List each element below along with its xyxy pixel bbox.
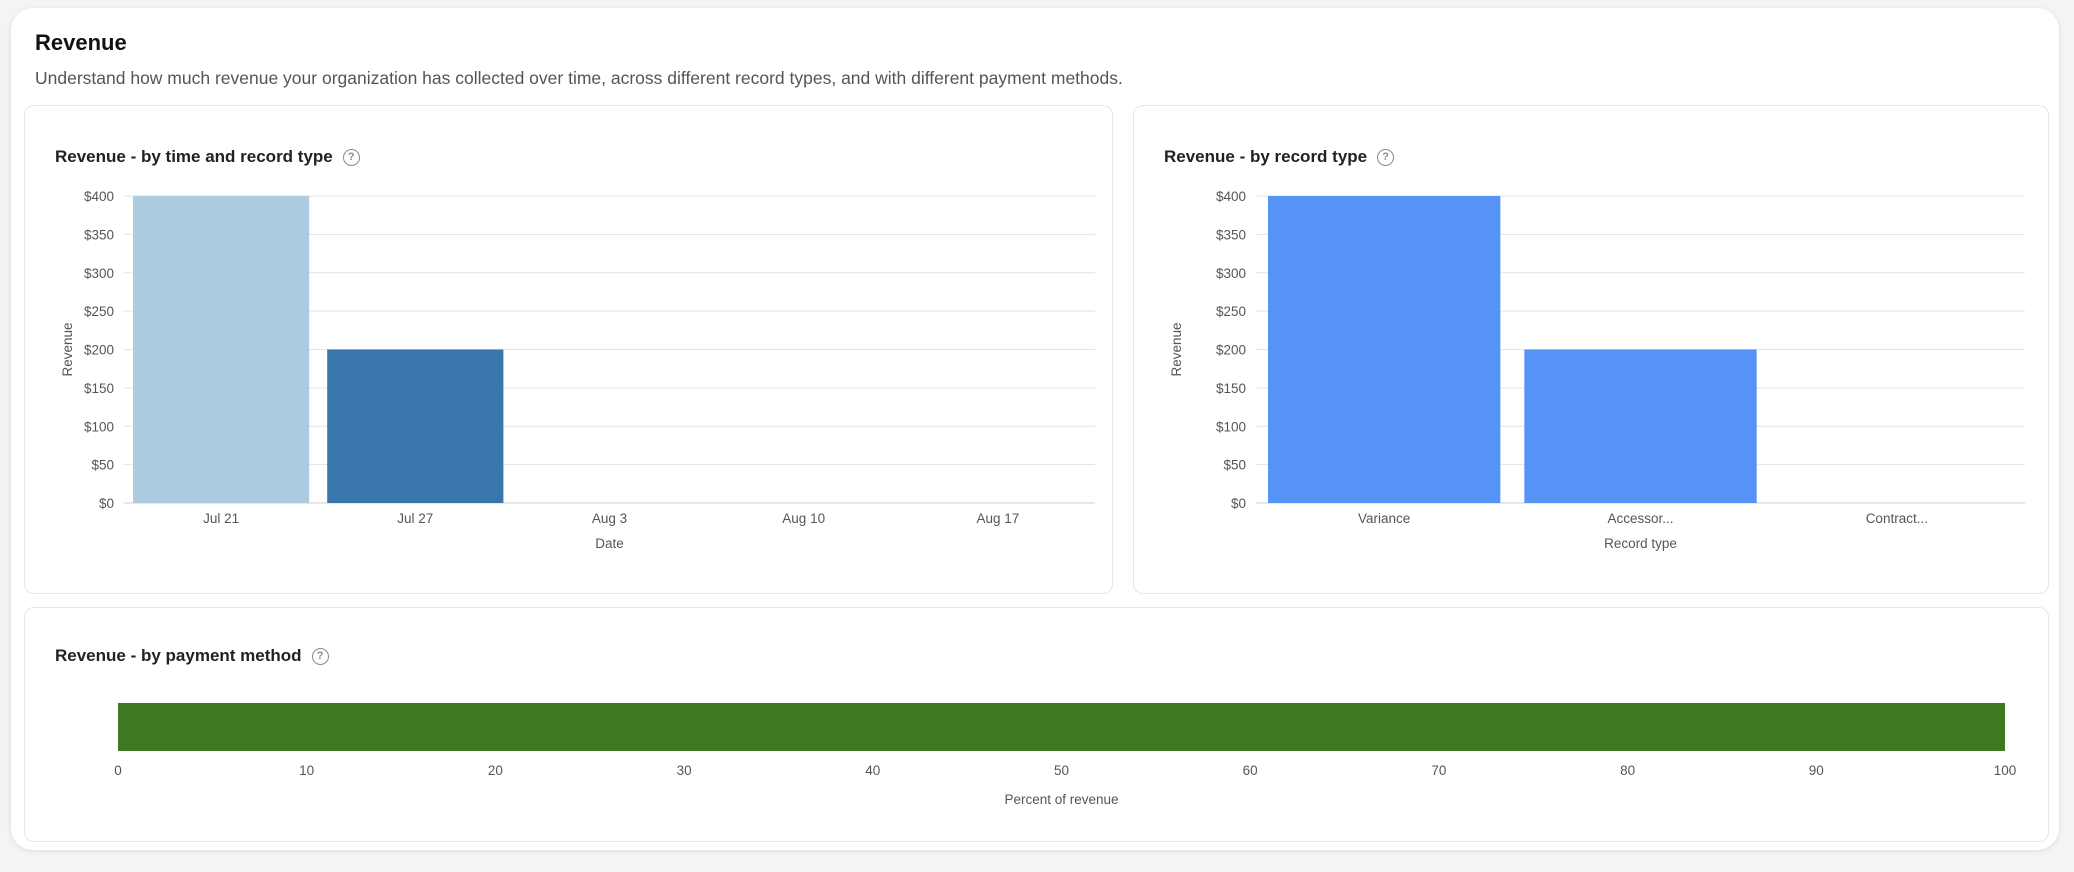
x-tick-label: Jul 27 xyxy=(397,511,433,526)
x-tick-label: 0 xyxy=(114,763,122,778)
x-tick-label: Aug 17 xyxy=(977,511,1020,526)
y-tick-label: $200 xyxy=(1216,343,1246,358)
y-tick-label: $150 xyxy=(84,381,114,396)
revenue-by-time-chart: $0 $50 $100 $150 $200 $250 $300 $350 $400 Jul 21 J… xyxy=(60,189,1095,551)
x-tick-label: 40 xyxy=(865,763,880,778)
chart-card-payment: Revenue - by payment method ? 0 10 20 30 40 5… xyxy=(24,607,2049,842)
x-tick-label: 10 xyxy=(299,763,314,778)
x-tick-label: 60 xyxy=(1243,763,1258,778)
x-tick-label: Variance xyxy=(1358,511,1410,526)
y-tick-label: $350 xyxy=(1216,227,1246,242)
y-tick-label: $300 xyxy=(84,266,114,281)
y-tick-label: $300 xyxy=(1216,266,1246,281)
y-tick-label: $150 xyxy=(1216,381,1246,396)
x-tick-label: 80 xyxy=(1620,763,1635,778)
x-axis-label: Percent of revenue xyxy=(1004,792,1118,807)
page-subtitle: Understand how much revenue your organiz… xyxy=(35,68,1123,88)
x-tick-label: 30 xyxy=(677,763,692,778)
page-title: Revenue xyxy=(35,30,127,55)
y-tick-label: $250 xyxy=(1216,304,1246,319)
y-tick-label: $100 xyxy=(1216,419,1246,434)
bar[interactable] xyxy=(327,349,504,504)
y-tick-label: $100 xyxy=(84,419,114,434)
chart-card-type: Revenue - by record type ? $0 $50 $100 $150… xyxy=(1133,105,2049,594)
y-axis-label: Revenue xyxy=(1169,322,1184,376)
y-tick-label: $350 xyxy=(84,227,114,242)
x-tick-label: Aug 3 xyxy=(592,511,627,526)
x-tick-label: Aug 10 xyxy=(782,511,825,526)
chart-card-time: Revenue - by time and record type ? $0 $5… xyxy=(24,105,1113,594)
y-tick-label: $250 xyxy=(84,304,114,319)
y-tick-label: $0 xyxy=(1231,496,1246,511)
x-tick-label: Accessor... xyxy=(1607,511,1673,526)
revenue-by-record-type-chart: $0 $50 $100 $150 $200 $250 $300 $350 $400 Varianc… xyxy=(1169,189,2025,551)
y-tick-label: $50 xyxy=(1223,458,1246,473)
x-tick-label: Jul 21 xyxy=(203,511,239,526)
bar[interactable] xyxy=(1524,349,1757,504)
bar[interactable] xyxy=(133,196,310,503)
y-tick-label: $50 xyxy=(91,458,114,473)
bar[interactable] xyxy=(118,703,2005,751)
x-tick-label: 100 xyxy=(1994,763,2017,778)
revenue-panel: Revenue Understand how much revenue your… xyxy=(11,8,2059,850)
y-tick-label: $400 xyxy=(1216,189,1246,204)
y-axis-label: Revenue xyxy=(60,322,75,376)
x-tick-label: 90 xyxy=(1809,763,1824,778)
y-tick-label: $200 xyxy=(84,343,114,358)
x-tick-label: 70 xyxy=(1431,763,1446,778)
y-tick-label: $400 xyxy=(84,189,114,204)
bar[interactable] xyxy=(1268,196,1501,503)
y-tick-label: $0 xyxy=(99,496,114,511)
revenue-by-payment-chart: 0 10 20 30 40 50 60 70 80 90 100 Percent of revenue xyxy=(114,703,2017,807)
x-tick-label: 20 xyxy=(488,763,503,778)
x-axis-label: Date xyxy=(595,536,624,551)
x-axis-label: Record type xyxy=(1604,536,1677,551)
x-tick-label: Contract... xyxy=(1866,511,1928,526)
x-tick-label: 50 xyxy=(1054,763,1069,778)
